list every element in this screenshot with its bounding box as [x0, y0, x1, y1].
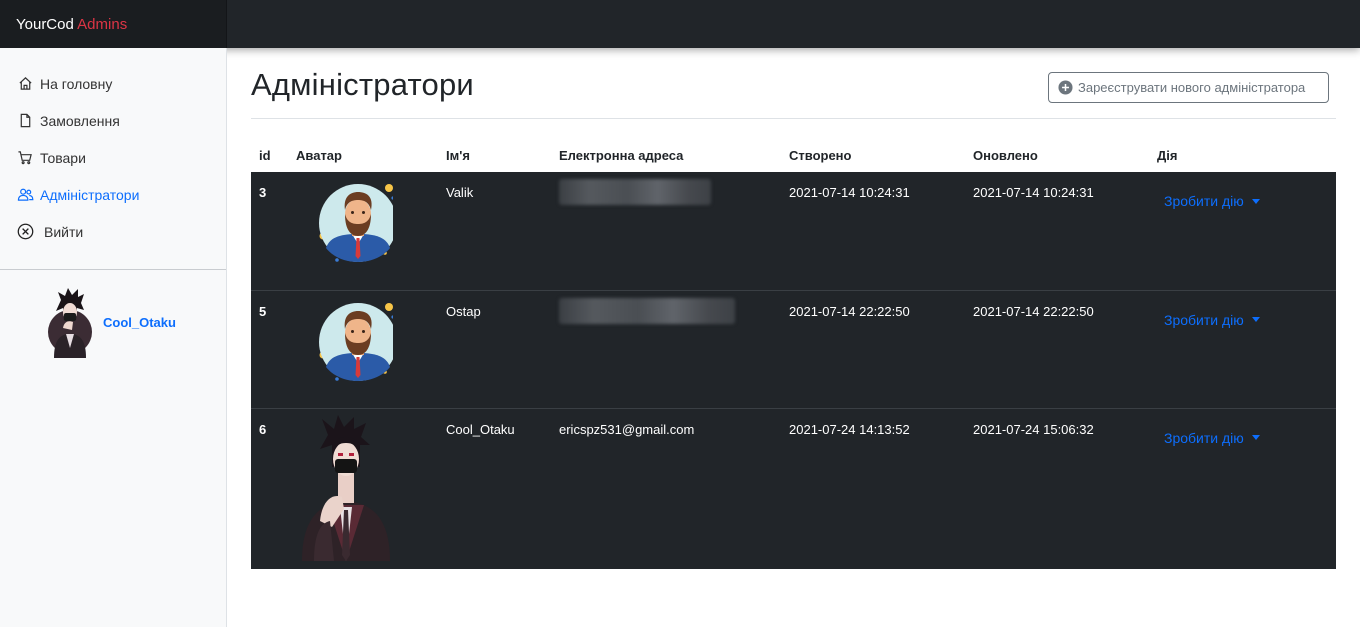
cell-updated: 2021-07-14 10:24:31	[973, 185, 1094, 200]
action-dropdown[interactable]: Зробити дію	[1164, 312, 1260, 328]
avatar	[46, 286, 94, 358]
sidebar-item-label: На головну	[40, 75, 113, 92]
cell-email	[551, 172, 781, 290]
sidebar-item-admins[interactable]: Адміністратори	[0, 176, 226, 213]
cart-icon	[16, 149, 34, 167]
redacted-email	[559, 297, 735, 324]
x-circle-icon	[16, 223, 34, 241]
sidebar-nav: На головну Замовлення Товари Адміністрат…	[0, 48, 226, 250]
action-dropdown-label: Зробити дію	[1164, 311, 1244, 328]
cell-name: Cool_Otaku	[438, 407, 551, 569]
action-dropdown-label: Зробити дію	[1164, 429, 1244, 446]
cell-avatar	[288, 289, 438, 408]
cell-name: Valik	[446, 185, 474, 200]
brand-accent: Admins	[77, 16, 128, 33]
page-title: Адміністратори	[251, 67, 474, 102]
column-header-email: Електронна адреса	[559, 147, 684, 163]
cell-avatar	[288, 407, 438, 569]
current-user[interactable]: Cool_Otaku	[46, 286, 176, 358]
cell-action: Зробити дію	[1149, 289, 1336, 408]
register-admin-button[interactable]: Зареєструвати нового адміністратора	[1048, 72, 1329, 103]
cell-action: Зробити дію	[1149, 172, 1336, 290]
admins-table: id Аватар Ім'я Електронна адреса Створен…	[251, 138, 1336, 569]
sidebar-item-label: Адміністратори	[40, 186, 140, 203]
table-header: id Аватар Ім'я Електронна адреса Створен…	[251, 138, 1336, 172]
action-dropdown[interactable]: Зробити дію	[1164, 430, 1260, 446]
user-name[interactable]: Cool_Otaku	[103, 315, 176, 330]
sidebar-item-orders[interactable]: Замовлення	[0, 102, 226, 139]
column-header-name: Ім'я	[446, 147, 470, 163]
cell-created: 2021-07-14 22:22:50	[781, 289, 965, 408]
redacted-email	[559, 179, 711, 205]
caret-down-icon	[1251, 435, 1260, 440]
register-admin-label: Зареєструвати нового адміністратора	[1078, 80, 1306, 95]
cell-id: 6	[251, 407, 288, 569]
caret-down-icon	[1251, 198, 1260, 204]
sidebar-item-label: Вийти	[44, 223, 84, 240]
cell-email	[551, 289, 781, 408]
people-icon	[16, 186, 34, 204]
brand-logo[interactable]: YourCod Admins	[0, 0, 227, 48]
plus-circle-icon	[1058, 80, 1073, 95]
cell-action: Зробити дію	[1149, 407, 1336, 569]
action-dropdown[interactable]: Зробити дію	[1164, 193, 1260, 209]
column-header-created: Створено	[789, 147, 852, 163]
cell-created: 2021-07-24 14:13:52	[781, 407, 965, 569]
cell-name: Ostap	[438, 289, 551, 408]
column-header-avatar: Аватар	[296, 147, 342, 163]
sidebar-item-home[interactable]: На головну	[0, 65, 226, 102]
table-row: 3 Valik 2021-07-14 10:24:31 2021-07-14 1…	[251, 172, 1336, 290]
cell-id: 3	[259, 185, 267, 200]
bearded-man-avatar	[296, 302, 397, 390]
bearded-man-avatar	[296, 184, 397, 271]
table-row: 5 Ostap 2021-07-14 22:22:50 2021-07-14 2…	[251, 289, 1336, 408]
home-icon	[16, 75, 34, 93]
sidebar-divider	[0, 269, 226, 270]
sidebar-item-logout[interactable]: Вийти	[0, 213, 226, 250]
table-row: 6 Cool_Otaku ericspz531@gmail.com 2021-0…	[251, 407, 1336, 569]
sidebar-item-label: Товари	[40, 149, 86, 166]
column-header-id: id	[259, 147, 271, 163]
cell-created: 2021-07-14 10:24:31	[789, 185, 910, 200]
cell-updated: 2021-07-14 22:22:50	[965, 289, 1149, 408]
anime-character-avatar	[296, 414, 394, 564]
action-dropdown-label: Зробити дію	[1164, 193, 1244, 209]
sidebar: На головну Замовлення Товари Адміністрат…	[0, 48, 227, 627]
title-divider	[251, 118, 1336, 119]
brand-name: YourCod	[16, 16, 74, 33]
top-navbar: YourCod Admins	[0, 0, 1360, 48]
cell-updated: 2021-07-24 15:06:32	[965, 407, 1149, 569]
column-header-action: Дія	[1157, 147, 1178, 163]
caret-down-icon	[1251, 317, 1260, 322]
cell-id: 5	[251, 289, 288, 408]
file-icon	[16, 112, 34, 130]
column-header-updated: Оновлено	[973, 147, 1038, 163]
sidebar-item-products[interactable]: Товари	[0, 139, 226, 176]
sidebar-item-label: Замовлення	[40, 112, 120, 129]
cell-avatar	[288, 172, 438, 290]
cell-email: ericspz531@gmail.com	[551, 407, 781, 569]
